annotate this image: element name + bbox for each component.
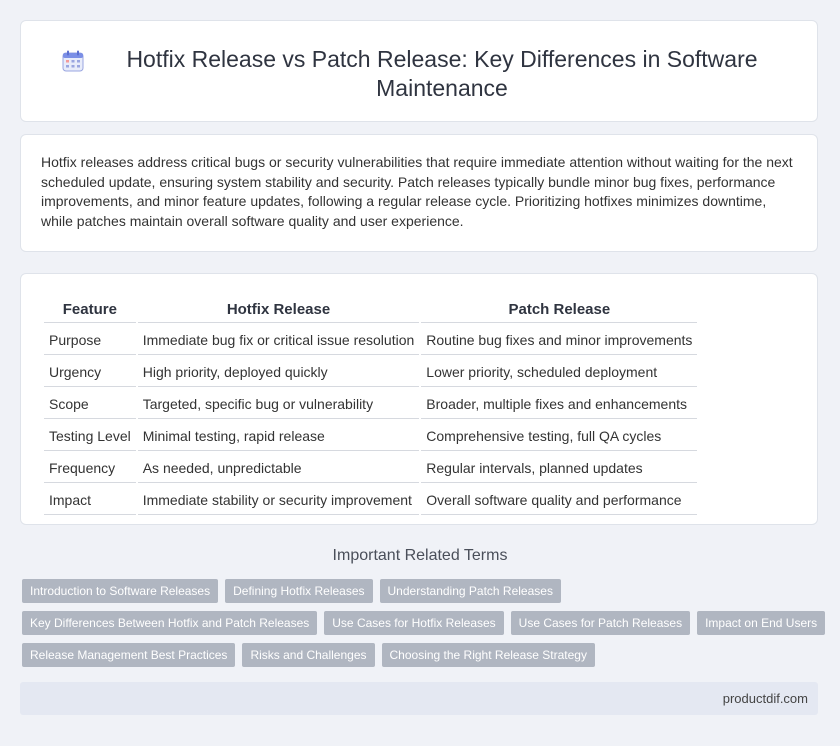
related-term-tag[interactable]: Defining Hotfix Releases xyxy=(225,579,373,603)
comparison-table: Feature Hotfix Release Patch Release Pur… xyxy=(42,294,699,517)
table-cell: High priority, deployed quickly xyxy=(137,357,420,387)
related-term-tag[interactable]: Key Differences Between Hotfix and Patch… xyxy=(22,611,318,635)
table-cell: Routine bug fixes and minor improvements xyxy=(421,325,698,355)
page: Hotfix Release vs Patch Release: Key Dif… xyxy=(0,0,840,746)
tag-row: Release Management Best Practices Risks … xyxy=(22,643,822,669)
table-cell: Immediate bug fix or critical issue reso… xyxy=(137,325,420,355)
calendar-icon xyxy=(62,50,84,72)
intro-paragraph: Hotfix releases address critical bugs or… xyxy=(41,154,793,229)
table-cell: Testing Level xyxy=(44,421,136,451)
header-hotfix: Hotfix Release xyxy=(137,296,420,323)
related-term-tag[interactable]: Release Management Best Practices xyxy=(22,643,236,667)
table-cell: Purpose xyxy=(44,325,136,355)
footer: productdif.com xyxy=(20,682,818,715)
table-cell: Comprehensive testing, full QA cycles xyxy=(421,421,698,451)
related-term-tag[interactable]: Use Cases for Patch Releases xyxy=(510,611,691,635)
tag-row: Key Differences Between Hotfix and Patch… xyxy=(22,611,826,637)
intro-card: Hotfix releases address critical bugs or… xyxy=(20,134,818,252)
table-cell: Impact xyxy=(44,485,136,515)
header-feature: Feature xyxy=(44,296,136,323)
table-cell: Scope xyxy=(44,389,136,419)
table-row: Testing Level Minimal testing, rapid rel… xyxy=(44,421,698,451)
table-row: Impact Immediate stability or security i… xyxy=(44,485,698,515)
table-row: Purpose Immediate bug fix or critical is… xyxy=(44,325,698,355)
table-cell: Targeted, specific bug or vulnerability xyxy=(137,389,420,419)
table-cell: Regular intervals, planned updates xyxy=(421,453,698,483)
tag-row: Introduction to Software Releases Defini… xyxy=(22,579,822,605)
page-title: Hotfix Release vs Patch Release: Key Dif… xyxy=(126,46,758,101)
related-terms: Introduction to Software Releases Defini… xyxy=(22,579,826,675)
related-term-tag[interactable]: Introduction to Software Releases xyxy=(22,579,219,603)
table-cell: As needed, unpredictable xyxy=(137,453,420,483)
title-card: Hotfix Release vs Patch Release: Key Dif… xyxy=(20,20,818,122)
related-term-tag[interactable]: Impact on End Users xyxy=(697,611,826,635)
table-cell: Immediate stability or security improvem… xyxy=(137,485,420,515)
table-header-row: Feature Hotfix Release Patch Release xyxy=(44,296,698,323)
comparison-card: Feature Hotfix Release Patch Release Pur… xyxy=(20,273,818,525)
related-term-tag[interactable]: Risks and Challenges xyxy=(242,643,375,667)
header-patch: Patch Release xyxy=(421,296,698,323)
footer-site-link[interactable]: productdif.com xyxy=(723,691,808,706)
table-cell: Lower priority, scheduled deployment xyxy=(421,357,698,387)
table-cell: Broader, multiple fixes and enhancements xyxy=(421,389,698,419)
related-term-tag[interactable]: Use Cases for Hotfix Releases xyxy=(324,611,504,635)
table-cell: Urgency xyxy=(44,357,136,387)
table-row: Frequency As needed, unpredictable Regul… xyxy=(44,453,698,483)
table-row: Urgency High priority, deployed quickly … xyxy=(44,357,698,387)
related-term-tag[interactable]: Choosing the Right Release Strategy xyxy=(381,643,595,667)
table-cell: Frequency xyxy=(44,453,136,483)
related-term-tag[interactable]: Understanding Patch Releases xyxy=(379,579,561,603)
related-terms-title: Important Related Terms xyxy=(332,547,508,564)
table-cell: Overall software quality and performance xyxy=(421,485,698,515)
table-cell: Minimal testing, rapid release xyxy=(137,421,420,451)
title-row: Hotfix Release vs Patch Release: Key Dif… xyxy=(21,21,817,103)
table-row: Scope Targeted, specific bug or vulnerab… xyxy=(44,389,698,419)
